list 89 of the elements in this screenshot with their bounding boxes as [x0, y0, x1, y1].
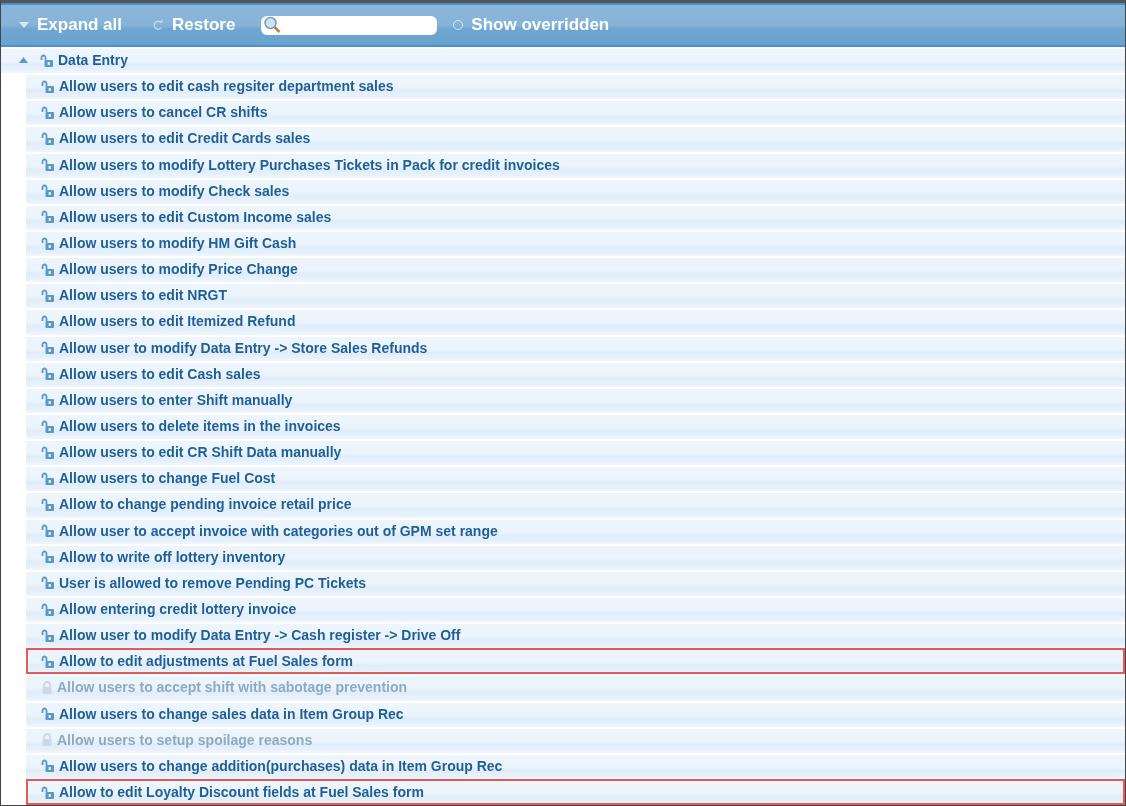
unlocked-padlock-icon — [41, 105, 55, 119]
unlocked-padlock-icon — [41, 132, 55, 145]
tree-item-label: Allow to change pending invoice retail price — [59, 496, 352, 513]
unlocked-padlock-icon — [41, 602, 55, 616]
unlocked-padlock-icon — [41, 236, 55, 250]
tree-item[interactable]: Allow users to edit cash regsiter department sales — [26, 73, 1125, 100]
tree-item-label: Allow users to modify HM Gift Cash — [59, 235, 297, 252]
unlocked-padlock-icon — [41, 654, 55, 668]
tree-item-label: Allow user to accept invoice with categories out of GPM set range — [59, 522, 498, 539]
tree-item-label: Allow entering credit lottery invoice — [59, 601, 297, 617]
tree-item[interactable]: Allow users to edit NRGT — [26, 282, 1125, 309]
tree-item-label: Allow users to edit Custom Income sales — [59, 208, 332, 225]
unlocked-padlock-icon — [41, 628, 55, 642]
tree-item-label: User is allowed to remove Pending PC Tickets — [59, 574, 367, 591]
tree-item[interactable]: Allow users to modify Price Change — [26, 256, 1125, 283]
tree-item[interactable]: Allow users to edit Credit Cards sales — [26, 125, 1125, 152]
tree-item[interactable]: Allow users to edit Itemized Refund — [26, 308, 1125, 335]
tree-item-label: Allow user to modify Data Entry -> Store Sales Refunds — [59, 339, 428, 356]
unlocked-padlock-icon — [41, 79, 55, 93]
caret-down-icon — [19, 22, 29, 28]
tree-item-label: Allow users to modify Lottery Purchases Tickets in Pack for credit invoices — [59, 156, 560, 173]
tree-item-label: Allow users to change addition(purchases) data in Item Group Rec — [59, 757, 503, 774]
unlocked-padlock-icon — [41, 314, 55, 328]
highlighted-tree-item[interactable]: Allow to edit Loyalty Discount fields at Fuel Sales form — [26, 778, 1125, 805]
unlocked-padlock-icon — [41, 445, 55, 459]
refresh-icon — [152, 19, 165, 31]
unlocked-padlock-icon — [41, 158, 55, 172]
search-field[interactable] — [261, 15, 438, 35]
unlocked-padlock-icon — [41, 759, 55, 773]
tree-node[interactable]: Data Entry — [1, 47, 1125, 74]
unlocked-padlock-icon — [41, 288, 55, 302]
tree-item-label: Allow users to edit Cash sales — [59, 365, 261, 382]
tree-item[interactable]: Allow users to edit CR Shift Data manually — [26, 439, 1125, 466]
padlock-icon — [41, 680, 53, 694]
tree-item-label: Allow users to cancel CR shifts — [59, 104, 268, 121]
tree-item-label: Allow users to enter Shift manually — [59, 391, 293, 408]
tree-item[interactable]: Allow users to edit Custom Income sales — [26, 203, 1125, 230]
unlocked-padlock-icon — [41, 497, 55, 511]
tree-item-label: Allow users to accept shift with sabotage prevention — [57, 679, 408, 696]
tree-node-label: Data Entry — [58, 52, 129, 69]
tree-item[interactable]: Allow users to change Fuel Cost — [26, 465, 1125, 492]
tree-item-label: Allow users to edit Credit Cards sales — [59, 130, 311, 147]
tree-item-label: Allow users to edit NRGT — [59, 287, 227, 304]
tree-item-label: Allow to edit Loyalty Discount fields at Fuel Sales form — [59, 784, 424, 800]
tree-item[interactable]: Allow users to delete items in the invoices — [26, 412, 1125, 440]
tree-item[interactable]: Allow users to edit Cash sales — [26, 360, 1125, 387]
tree-item[interactable]: User is allowed to remove Pending PC Tickets — [26, 569, 1125, 596]
tree-item[interactable]: Allow users to modify HM Gift Cash — [26, 230, 1125, 257]
unlocked-padlock-icon — [41, 393, 55, 407]
tree-item-label: Allow users to setup spoilage reasons — [57, 731, 313, 748]
unlocked-padlock-icon — [41, 184, 55, 198]
tree-item-label: Allow users to edit CR Shift Data manually — [59, 444, 342, 461]
tree-item-label: Allow user to modify Data Entry -> Cash register -> Drive Off — [59, 627, 461, 644]
tree-item-label: Allow users to modify Price Change — [59, 261, 298, 278]
tree-item[interactable]: Allow entering credit lottery invoice — [26, 595, 1125, 623]
tree-item[interactable]: Allow users to modify Check sales — [26, 177, 1125, 204]
padlock-icon — [41, 733, 53, 747]
unlocked-padlock-icon — [41, 341, 55, 355]
tree-item[interactable]: Allow users to enter Shift manually — [26, 386, 1125, 413]
tree-item[interactable]: Allow to write off lottery inventory — [26, 543, 1125, 570]
unlocked-padlock-icon — [41, 210, 55, 224]
caret-up-icon[interactable] — [19, 57, 28, 64]
tree-item-label: Allow users to modify Check sales — [59, 182, 290, 199]
tree-item[interactable]: Allow users to change sales data in Item Group Rec — [26, 700, 1125, 727]
tree-item-label: Allow users to change sales data in Item Group Rec — [59, 705, 404, 722]
tree-item-label: Allow users to edit Itemized Refund — [59, 313, 296, 330]
tree-item[interactable]: Allow user to modify Data Entry -> Store Sales Refunds — [26, 334, 1125, 361]
unlocked-padlock-icon — [41, 419, 55, 433]
tree-item[interactable]: Allow users to change addition(purchases) data in Item Group Rec — [26, 752, 1125, 779]
unlocked-padlock-icon — [41, 471, 55, 485]
tree-item[interactable]: Allow users to cancel CR shifts — [26, 99, 1125, 126]
highlighted-tree-item[interactable]: Allow to edit adjustments at Fuel Sales form — [26, 648, 1125, 675]
unlocked-padlock-icon — [41, 550, 55, 564]
tree-item-label: Allow users to edit cash regsiter department sales — [59, 78, 394, 95]
tree-item[interactable]: Allow user to modify Data Entry -> Cash register -> Drive Off — [26, 622, 1125, 649]
unlocked-padlock-icon — [41, 576, 55, 590]
unlocked-padlock-icon — [41, 707, 55, 721]
tree-item-label: Allow to write off lottery inventory — [59, 548, 286, 565]
tree-item[interactable]: Allow to change pending invoice retail price — [26, 491, 1125, 518]
unlocked-padlock-icon — [40, 53, 54, 67]
tree-item-label: Allow to edit adjustments at Fuel Sales form — [59, 653, 354, 670]
unlocked-padlock-icon — [41, 367, 55, 381]
tree-item-label: Allow users to delete items in the invoices — [59, 418, 341, 435]
unlocked-padlock-icon — [41, 262, 55, 276]
tree-item-label: Allow users to change Fuel Cost — [59, 470, 276, 487]
unlocked-padlock-icon — [41, 524, 55, 538]
unlocked-padlock-icon — [41, 785, 55, 799]
tree-item[interactable]: Allow users to modify Lottery Purchases Tickets in Pack for credit invoices — [26, 151, 1125, 178]
tree-item[interactable]: Allow user to accept invoice with categories out of GPM set range — [26, 517, 1125, 544]
